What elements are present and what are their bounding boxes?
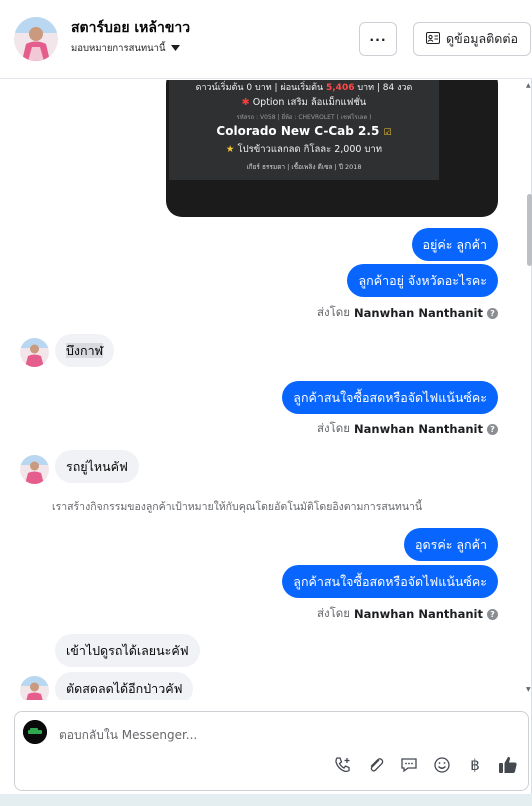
scrollbar-thumb[interactable]: [527, 194, 532, 266]
payment-icon[interactable]: ฿: [465, 755, 485, 775]
auto-activity-note: เราสร้างกิจกรรมของลูกค้าเป้าหมายให้กับคุ…: [52, 501, 423, 513]
messenger-inbox-panel: สตาร์บอย เหล้าขาว มอบหมายการสนทนานี้ ···…: [0, 0, 532, 794]
outgoing-message[interactable]: อยู่ค่ะ ลูกค้า: [411, 228, 498, 261]
sent-by-label: ส่งโดย Nanwhan Nanthanit?: [317, 304, 498, 322]
assign-conversation-dropdown[interactable]: มอบหมายการสนทนานี้: [71, 41, 180, 56]
avatar[interactable]: [20, 455, 49, 484]
more-options-button[interactable]: ···: [359, 22, 397, 56]
thread-scrollbar[interactable]: ▲ ▼: [526, 80, 532, 700]
info-icon: ?: [487, 423, 498, 435]
saved-replies-icon[interactable]: [399, 755, 419, 775]
view-contact-label: ดูข้อมูลติดต่อ: [446, 31, 518, 46]
view-contact-button[interactable]: ดูข้อมูลติดต่อ: [413, 22, 531, 56]
promo-model-line: Colorado New C-Cab 2.5 ☑: [216, 124, 392, 138]
info-icon: ?: [487, 307, 498, 319]
promo-image-content: ดาวน์เริ่มต้น 0 บาท | ผ่อนเริ่มต้น 5,406…: [169, 80, 439, 180]
outgoing-message[interactable]: ลูกค้าอยู่ จังหวัดอะไรคะ: [347, 264, 498, 297]
message-thread[interactable]: ดาวน์เริ่มต้น 0 บาท | ผ่อนเริ่มต้น 5,406…: [0, 80, 528, 700]
conversation-header: สตาร์บอย เหล้าขาว มอบหมายการสนทนานี้ ···…: [0, 0, 532, 79]
composer-toolbar: ฿: [333, 755, 518, 775]
like-icon[interactable]: [498, 755, 518, 775]
sent-by-label: ส่งโดย Nanwhan Nanthanit?: [317, 420, 498, 438]
info-icon: ?: [487, 608, 498, 620]
incoming-message[interactable]: ตัดสดลดได้อีกป่าวคัฟ: [55, 672, 194, 700]
promo-price-line: ดาวน์เริ่มต้น 0 บาท | ผ่อนเริ่มต้น 5,406…: [195, 83, 413, 93]
contact-name: สตาร์บอย เหล้าขาว: [71, 20, 191, 36]
incoming-message[interactable]: บึงกาฬ: [55, 334, 115, 367]
reply-composer[interactable]: ตอบกลับใน Messenger... ฿: [14, 711, 529, 791]
caret-down-icon: [170, 43, 180, 54]
outgoing-message[interactable]: ลูกค้าสนใจซื้อสดหรือจัดไฟแน้นซ์คะ: [282, 381, 498, 414]
avatar[interactable]: [20, 338, 49, 367]
call-icon[interactable]: [333, 755, 353, 775]
contact-card-icon: [426, 31, 441, 47]
promo-option-line: ✱ Option เสริม ล้อแม็กแฟชั่น: [241, 97, 367, 108]
avatar[interactable]: [14, 17, 58, 61]
assign-label: มอบหมายการสนทนานี้: [71, 43, 166, 54]
outgoing-message[interactable]: อุดรค่ะ ลูกค้า: [404, 528, 498, 561]
page-avatar: [23, 720, 47, 744]
incoming-message[interactable]: รถยู่ไหนคัฟ: [55, 450, 139, 483]
page-footer-strip: [0, 794, 532, 806]
incoming-message[interactable]: เข้าไปดูรถได้เลยนะคัฟ: [55, 634, 200, 667]
promo-spec-line: เกียร์ ธรรมดา | เชื้อเพลิง ดีเซล | ปี 20…: [246, 163, 362, 171]
emoji-icon[interactable]: [432, 755, 452, 775]
reply-input[interactable]: ตอบกลับใน Messenger...: [59, 726, 197, 745]
attachment-icon[interactable]: [366, 755, 386, 775]
outgoing-message[interactable]: ลูกค้าสนใจซื้อสดหรือจัดไฟแน้นซ์คะ: [282, 565, 498, 598]
scroll-up-arrow[interactable]: ▲: [526, 82, 531, 89]
promo-deal-line: ★ โปรข้าวแลกลด กิโลละ 2,000 บาท: [225, 144, 383, 155]
scroll-down-arrow[interactable]: ▼: [526, 686, 531, 693]
car-promo-image[interactable]: ดาวน์เริ่มต้น 0 บาท | ผ่อนเริ่มต้น 5,406…: [166, 80, 498, 217]
promo-code-line: รหัสรถ : V058 | ยี่ห้อ : CHEVROLET ( เชฟ…: [236, 114, 372, 121]
avatar[interactable]: [20, 676, 49, 700]
sent-by-label: ส่งโดย Nanwhan Nanthanit?: [317, 605, 498, 623]
more-icon: ···: [369, 31, 387, 47]
